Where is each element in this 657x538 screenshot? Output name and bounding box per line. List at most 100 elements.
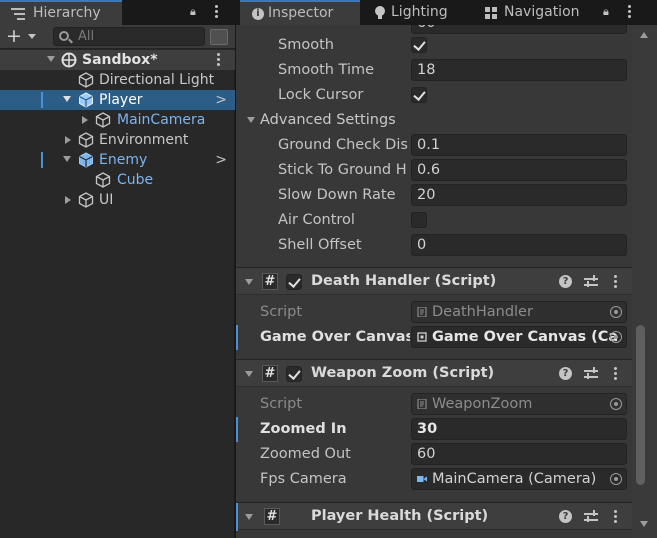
object-picker-icon[interactable] <box>610 331 622 343</box>
component-options-icon[interactable] <box>612 367 618 381</box>
hierarchy-item-player[interactable]: Player > <box>0 90 235 110</box>
prefab-cube-icon <box>79 92 93 108</box>
tab-hierarchy-label: Hierarchy <box>33 5 101 21</box>
search-icon <box>59 31 69 41</box>
expand-arrow-icon[interactable] <box>65 136 71 144</box>
hierarchy-item-environment[interactable]: Environment <box>0 130 235 150</box>
component-options-icon[interactable] <box>612 275 618 289</box>
chevron-right-icon[interactable]: > <box>215 90 227 110</box>
lock-icon[interactable]: 🔒︎ <box>190 6 201 17</box>
tab-navigation-label: Navigation <box>504 4 580 20</box>
weapon-zoom-header[interactable]: # Weapon Zoom (Script) ? <box>236 359 632 387</box>
tab-inspector[interactable]: Inspector <box>240 0 360 25</box>
help-icon[interactable]: ? <box>559 275 572 288</box>
collapse-arrow-icon[interactable] <box>63 96 71 102</box>
hierarchy-toolbar: + All <box>0 25 235 49</box>
hierarchy-item-maincamera[interactable]: MainCamera <box>0 110 235 130</box>
scroll-down-arrow-icon[interactable] <box>640 521 648 527</box>
lightbulb-icon <box>375 6 385 19</box>
zoomed-out-label: Zoomed Out <box>260 446 351 462</box>
canvas-icon <box>417 332 427 342</box>
help-icon[interactable]: ? <box>559 510 572 523</box>
expand-arrow-icon[interactable] <box>82 116 88 124</box>
ground-check-field[interactable]: 0.1 <box>411 134 627 156</box>
tab-lighting[interactable]: Lighting <box>364 0 472 25</box>
inspector-scrollbar[interactable] <box>632 25 657 538</box>
hierarchy-item-label: Cube <box>117 172 154 188</box>
scroll-up-arrow-icon[interactable] <box>640 32 648 38</box>
player-health-header[interactable]: # Player Health (Script) ? <box>236 502 632 531</box>
collapse-arrow-icon[interactable] <box>47 56 55 62</box>
shell-offset-field[interactable]: 0 <box>411 234 627 256</box>
slow-down-rate-row: Slow Down Rate 20 <box>236 183 632 208</box>
presets-icon[interactable] <box>584 367 598 381</box>
fps-camera-field[interactable]: MainCamera (Camera) <box>411 468 627 490</box>
fps-camera-value: MainCamera (Camera) <box>432 471 597 487</box>
hierarchy-item-label: Environment <box>99 132 189 148</box>
script-label: Script <box>260 304 303 320</box>
modified-marker <box>41 92 43 108</box>
stick-to-ground-field[interactable]: 0.6 <box>411 159 627 181</box>
lock-icon[interactable]: 🔒︎ <box>603 6 614 17</box>
tab-navigation[interactable]: Navigation <box>474 0 584 25</box>
hierarchy-item-directional-light[interactable]: Directional Light <box>0 70 235 90</box>
weapon-zoom-script-field: WeaponZoom <box>411 393 627 415</box>
scrollbar-thumb[interactable] <box>636 325 645 485</box>
slow-down-rate-label: Slow Down Rate <box>278 187 396 203</box>
prefab-cube-icon <box>79 152 93 168</box>
tab-lighting-label: Lighting <box>391 4 448 20</box>
expand-arrow-icon[interactable] <box>65 196 71 204</box>
info-icon <box>252 8 264 20</box>
collapse-arrow-icon[interactable] <box>63 156 71 162</box>
collapse-arrow-icon[interactable] <box>245 279 253 285</box>
game-over-canvas-value: Game Over Canvas (Ca <box>432 329 619 345</box>
help-icon[interactable]: ? <box>559 367 572 380</box>
smooth-time-field[interactable]: 18 <box>411 59 627 81</box>
collapse-arrow-icon[interactable] <box>245 371 253 377</box>
tab-hierarchy[interactable]: Hierarchy <box>0 0 122 25</box>
fps-camera-row: Fps Camera MainCamera (Camera) <box>236 467 632 492</box>
death-handler-header[interactable]: # Death Handler (Script) ? <box>236 267 632 295</box>
game-over-canvas-field[interactable]: Game Over Canvas (Ca <box>411 326 627 348</box>
zoomed-out-field[interactable]: 60 <box>411 443 627 465</box>
lock-cursor-checkbox[interactable] <box>411 87 427 103</box>
gameobject-cube-icon <box>78 132 94 148</box>
object-picker-icon[interactable] <box>610 473 622 485</box>
search-mode-button[interactable] <box>210 29 228 45</box>
add-object-button[interactable]: + <box>6 27 42 47</box>
more-options-icon[interactable] <box>213 5 219 19</box>
inspector-panel: Inspector Lighting Navigation 🔒︎ 60 Smoo… <box>236 0 657 538</box>
weapon-zoom-enabled-checkbox[interactable] <box>286 366 302 382</box>
hierarchy-item-label: Directional Light <box>99 72 215 88</box>
air-control-row: Air Control <box>236 208 632 233</box>
hierarchy-item-ui[interactable]: UI <box>0 190 235 210</box>
gameobject-cube-icon <box>78 72 94 88</box>
hierarchy-item-cube[interactable]: Cube <box>0 170 235 190</box>
modified-marker <box>236 503 238 531</box>
hierarchy-panel: Hierarchy 🔒︎ + All Sandbox* Directional … <box>0 0 235 538</box>
component-options-icon[interactable] <box>612 510 618 524</box>
presets-icon[interactable] <box>584 275 598 289</box>
more-options-icon[interactable] <box>626 5 632 19</box>
scene-row[interactable]: Sandbox* <box>0 50 235 70</box>
hierarchy-item-label: Player <box>99 92 143 108</box>
scene-options-icon[interactable] <box>215 53 221 67</box>
unity-scene-icon <box>61 52 77 68</box>
slow-down-rate-field[interactable]: 20 <box>411 184 627 206</box>
advanced-settings-foldout[interactable]: Advanced Settings <box>236 108 632 133</box>
hierarchy-item-enemy[interactable]: Enemy > <box>0 150 235 170</box>
modified-marker <box>41 152 43 168</box>
smooth-checkbox[interactable] <box>411 37 427 53</box>
smooth-row: Smooth <box>236 33 632 58</box>
air-control-checkbox[interactable] <box>411 212 427 228</box>
zoomed-in-field[interactable]: 30 <box>411 418 627 440</box>
hierarchy-search-input[interactable]: All <box>53 27 205 46</box>
inspector-content: 60 Smooth Smooth Time 18 Lock Cursor Adv… <box>236 25 632 538</box>
collapse-arrow-icon[interactable] <box>245 514 253 520</box>
presets-icon[interactable] <box>584 510 598 524</box>
chevron-right-icon[interactable]: > <box>215 150 227 170</box>
death-handler-enabled-checkbox[interactable] <box>286 274 302 290</box>
script-icon: # <box>262 365 278 382</box>
gameobject-cube-icon <box>78 192 94 208</box>
weapon-zoom-script-value: WeaponZoom <box>432 396 533 412</box>
